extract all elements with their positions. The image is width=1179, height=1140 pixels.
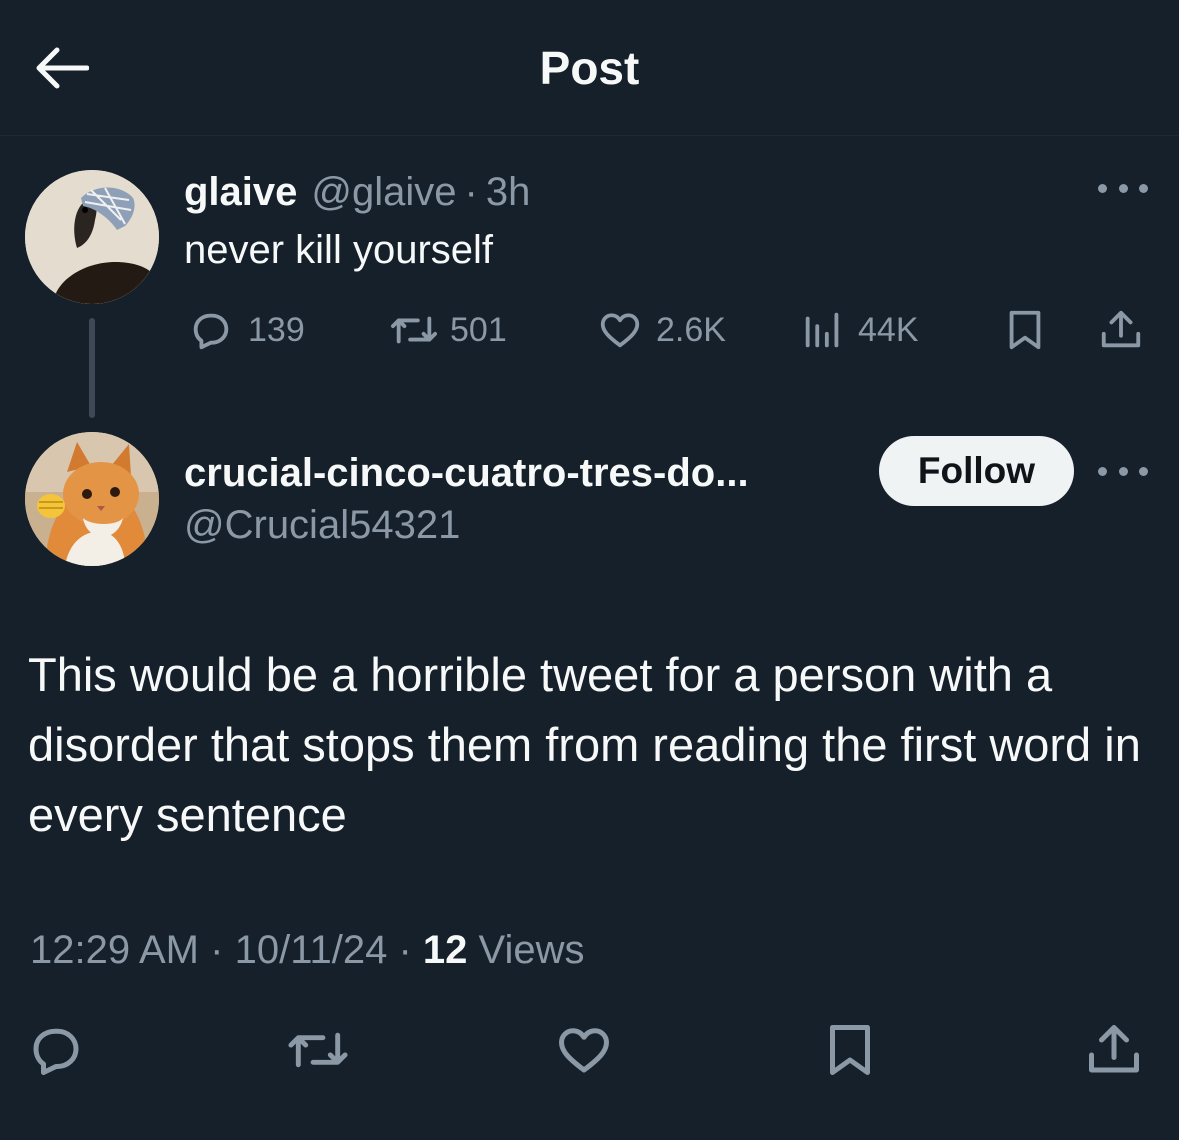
timestamp[interactable]: 3h (486, 167, 531, 217)
more-options-button[interactable] (1098, 456, 1148, 486)
follow-button[interactable]: Follow (879, 436, 1074, 506)
share-button[interactable] (1082, 1018, 1146, 1082)
repost-count: 501 (450, 310, 507, 349)
repost-button[interactable] (286, 1018, 350, 1082)
reply-bubble-icon (33, 1028, 79, 1075)
repost-button[interactable]: 501 (388, 300, 507, 360)
display-name[interactable]: crucial-cinco-cuatro-tres-do... (184, 448, 749, 498)
repost-icon (288, 1032, 348, 1068)
bookmark-icon (830, 1025, 870, 1075)
user-handle[interactable]: @glaive (311, 167, 456, 217)
timestamp[interactable]: 12:29 AM (30, 928, 199, 972)
repost-icon (390, 316, 437, 344)
bookmark-button[interactable] (818, 1018, 882, 1082)
like-button[interactable] (552, 1018, 616, 1082)
bar-chart-icon (805, 312, 839, 348)
reply-button[interactable]: 139 (188, 300, 305, 360)
top-bar: Post (0, 0, 1179, 136)
date[interactable]: 10/11/24 (235, 928, 388, 972)
tweet-text: never kill yourself (184, 228, 494, 272)
share-button[interactable] (1098, 300, 1144, 360)
views-count: 12 (422, 928, 468, 972)
bookmark-icon (1009, 310, 1041, 350)
separator: · (210, 928, 224, 972)
reply-bubble-icon (193, 313, 229, 350)
views-button[interactable]: 44K (800, 300, 919, 360)
bookmark-button[interactable] (1002, 300, 1048, 360)
tweet-metadata: 12:29 AM · 10/11/24 · 12 Views (30, 922, 585, 978)
like-count: 2.6K (656, 310, 726, 349)
avatar-image (25, 170, 159, 304)
tweet-text: This would be a horrible tweet for a per… (28, 648, 1141, 841)
views-count: 44K (858, 310, 919, 349)
share-icon (1101, 310, 1141, 348)
avatar-image (25, 432, 159, 566)
user-handle[interactable]: @Crucial54321 (184, 500, 460, 550)
display-name[interactable]: glaive (184, 167, 297, 217)
more-dots-icon (1098, 466, 1107, 476)
reply-count: 139 (248, 310, 305, 349)
page-title: Post (539, 42, 640, 94)
avatar[interactable] (25, 170, 159, 304)
reply-button[interactable] (24, 1018, 88, 1082)
separator: · (464, 170, 478, 214)
avatar[interactable] (25, 432, 159, 566)
heart-icon (600, 313, 640, 348)
like-button[interactable]: 2.6K (596, 300, 726, 360)
thread-connector (89, 318, 95, 418)
more-options-button[interactable] (1098, 173, 1148, 203)
share-icon (1089, 1025, 1139, 1073)
views-label: Views (478, 928, 585, 972)
separator: · (398, 928, 412, 972)
heart-icon (559, 1028, 609, 1073)
more-dots-icon (1098, 183, 1107, 193)
tweet-header: glaive @glaive · 3h (184, 167, 530, 217)
